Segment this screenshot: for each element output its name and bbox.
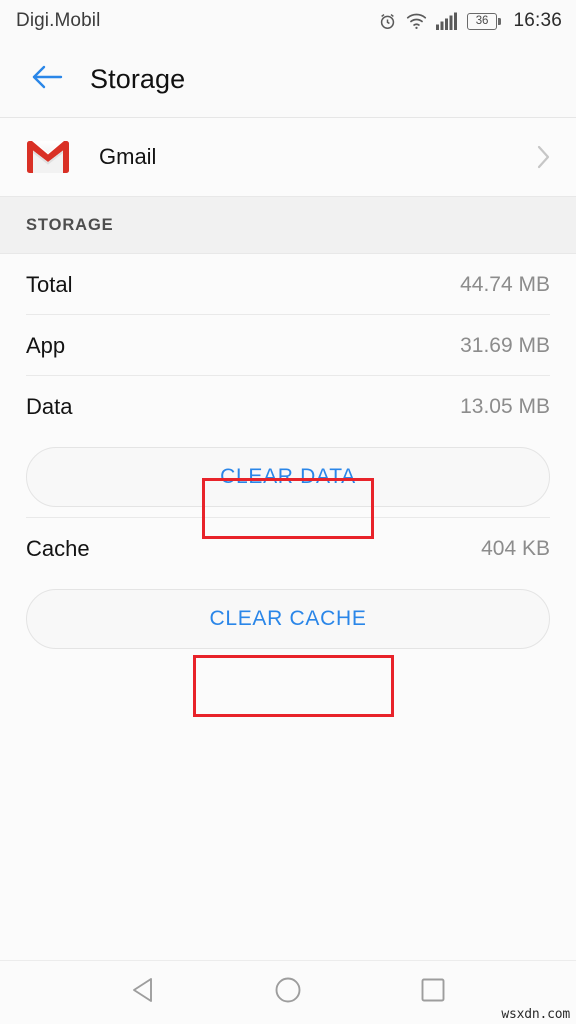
stat-value: 404 KB bbox=[481, 536, 550, 560]
stat-label: Data bbox=[26, 393, 73, 419]
clear-cache-button-wrap: CLEAR CACHE bbox=[0, 579, 576, 659]
page-title: Storage bbox=[90, 64, 186, 94]
stat-row-cache: Cache 404 KB bbox=[0, 518, 576, 579]
clear-data-button-label: CLEAR DATA bbox=[220, 465, 356, 488]
stat-value: 44.74 MB bbox=[460, 272, 550, 296]
nav-back-button[interactable] bbox=[115, 965, 171, 1021]
home-circle-icon bbox=[274, 976, 302, 1009]
signal-icon bbox=[435, 12, 458, 30]
app-name-label: Gmail bbox=[99, 144, 157, 169]
stat-value: 31.69 MB bbox=[460, 333, 550, 357]
stat-row-total: Total 44.74 MB bbox=[0, 254, 576, 315]
clear-data-button[interactable]: CLEAR DATA bbox=[26, 447, 550, 507]
back-button[interactable] bbox=[24, 57, 70, 103]
section-header-label: STORAGE bbox=[26, 215, 114, 234]
clear-cache-button[interactable]: CLEAR CACHE bbox=[26, 589, 550, 649]
nav-recents-button[interactable] bbox=[405, 965, 461, 1021]
alarm-icon bbox=[378, 12, 397, 31]
stat-label: Total bbox=[26, 271, 73, 297]
clear-cache-button-label: CLEAR CACHE bbox=[209, 607, 367, 630]
stat-label: App bbox=[26, 332, 66, 358]
phone-screen: Digi.Mobil 36 16:36 Storage Gmail STORAG… bbox=[0, 0, 576, 1024]
nav-home-button[interactable] bbox=[260, 965, 316, 1021]
status-bar: Digi.Mobil 36 16:36 bbox=[0, 0, 576, 42]
stat-row-data: Data 13.05 MB bbox=[0, 376, 576, 437]
chevron-right-icon[interactable] bbox=[536, 144, 552, 170]
system-nav-bar: wsxdn.com bbox=[0, 960, 576, 1024]
section-header-storage: STORAGE bbox=[0, 196, 576, 254]
app-bar: Storage bbox=[0, 42, 576, 118]
carrier-label: Digi.Mobil bbox=[16, 10, 101, 31]
back-triangle-icon bbox=[130, 976, 156, 1009]
recents-square-icon bbox=[420, 977, 446, 1008]
battery-tip bbox=[498, 17, 502, 25]
arrow-left-icon bbox=[30, 63, 64, 96]
stat-row-app: App 31.69 MB bbox=[0, 315, 576, 376]
status-icon-group: 36 16:36 bbox=[378, 10, 562, 32]
stat-label: Cache bbox=[26, 535, 90, 561]
app-row-gmail[interactable]: Gmail bbox=[0, 118, 576, 196]
gmail-icon bbox=[26, 135, 70, 179]
clear-data-button-wrap: CLEAR DATA bbox=[0, 437, 576, 517]
wifi-icon bbox=[406, 13, 427, 30]
storage-content: Total 44.74 MB App 31.69 MB Data 13.05 M… bbox=[0, 254, 576, 960]
stat-value: 13.05 MB bbox=[460, 394, 550, 418]
battery-level-label: 36 bbox=[466, 12, 497, 30]
watermark-label: wsxdn.com bbox=[501, 1007, 570, 1022]
battery-icon: 36 bbox=[466, 12, 502, 30]
clock-label: 16:36 bbox=[513, 10, 562, 31]
